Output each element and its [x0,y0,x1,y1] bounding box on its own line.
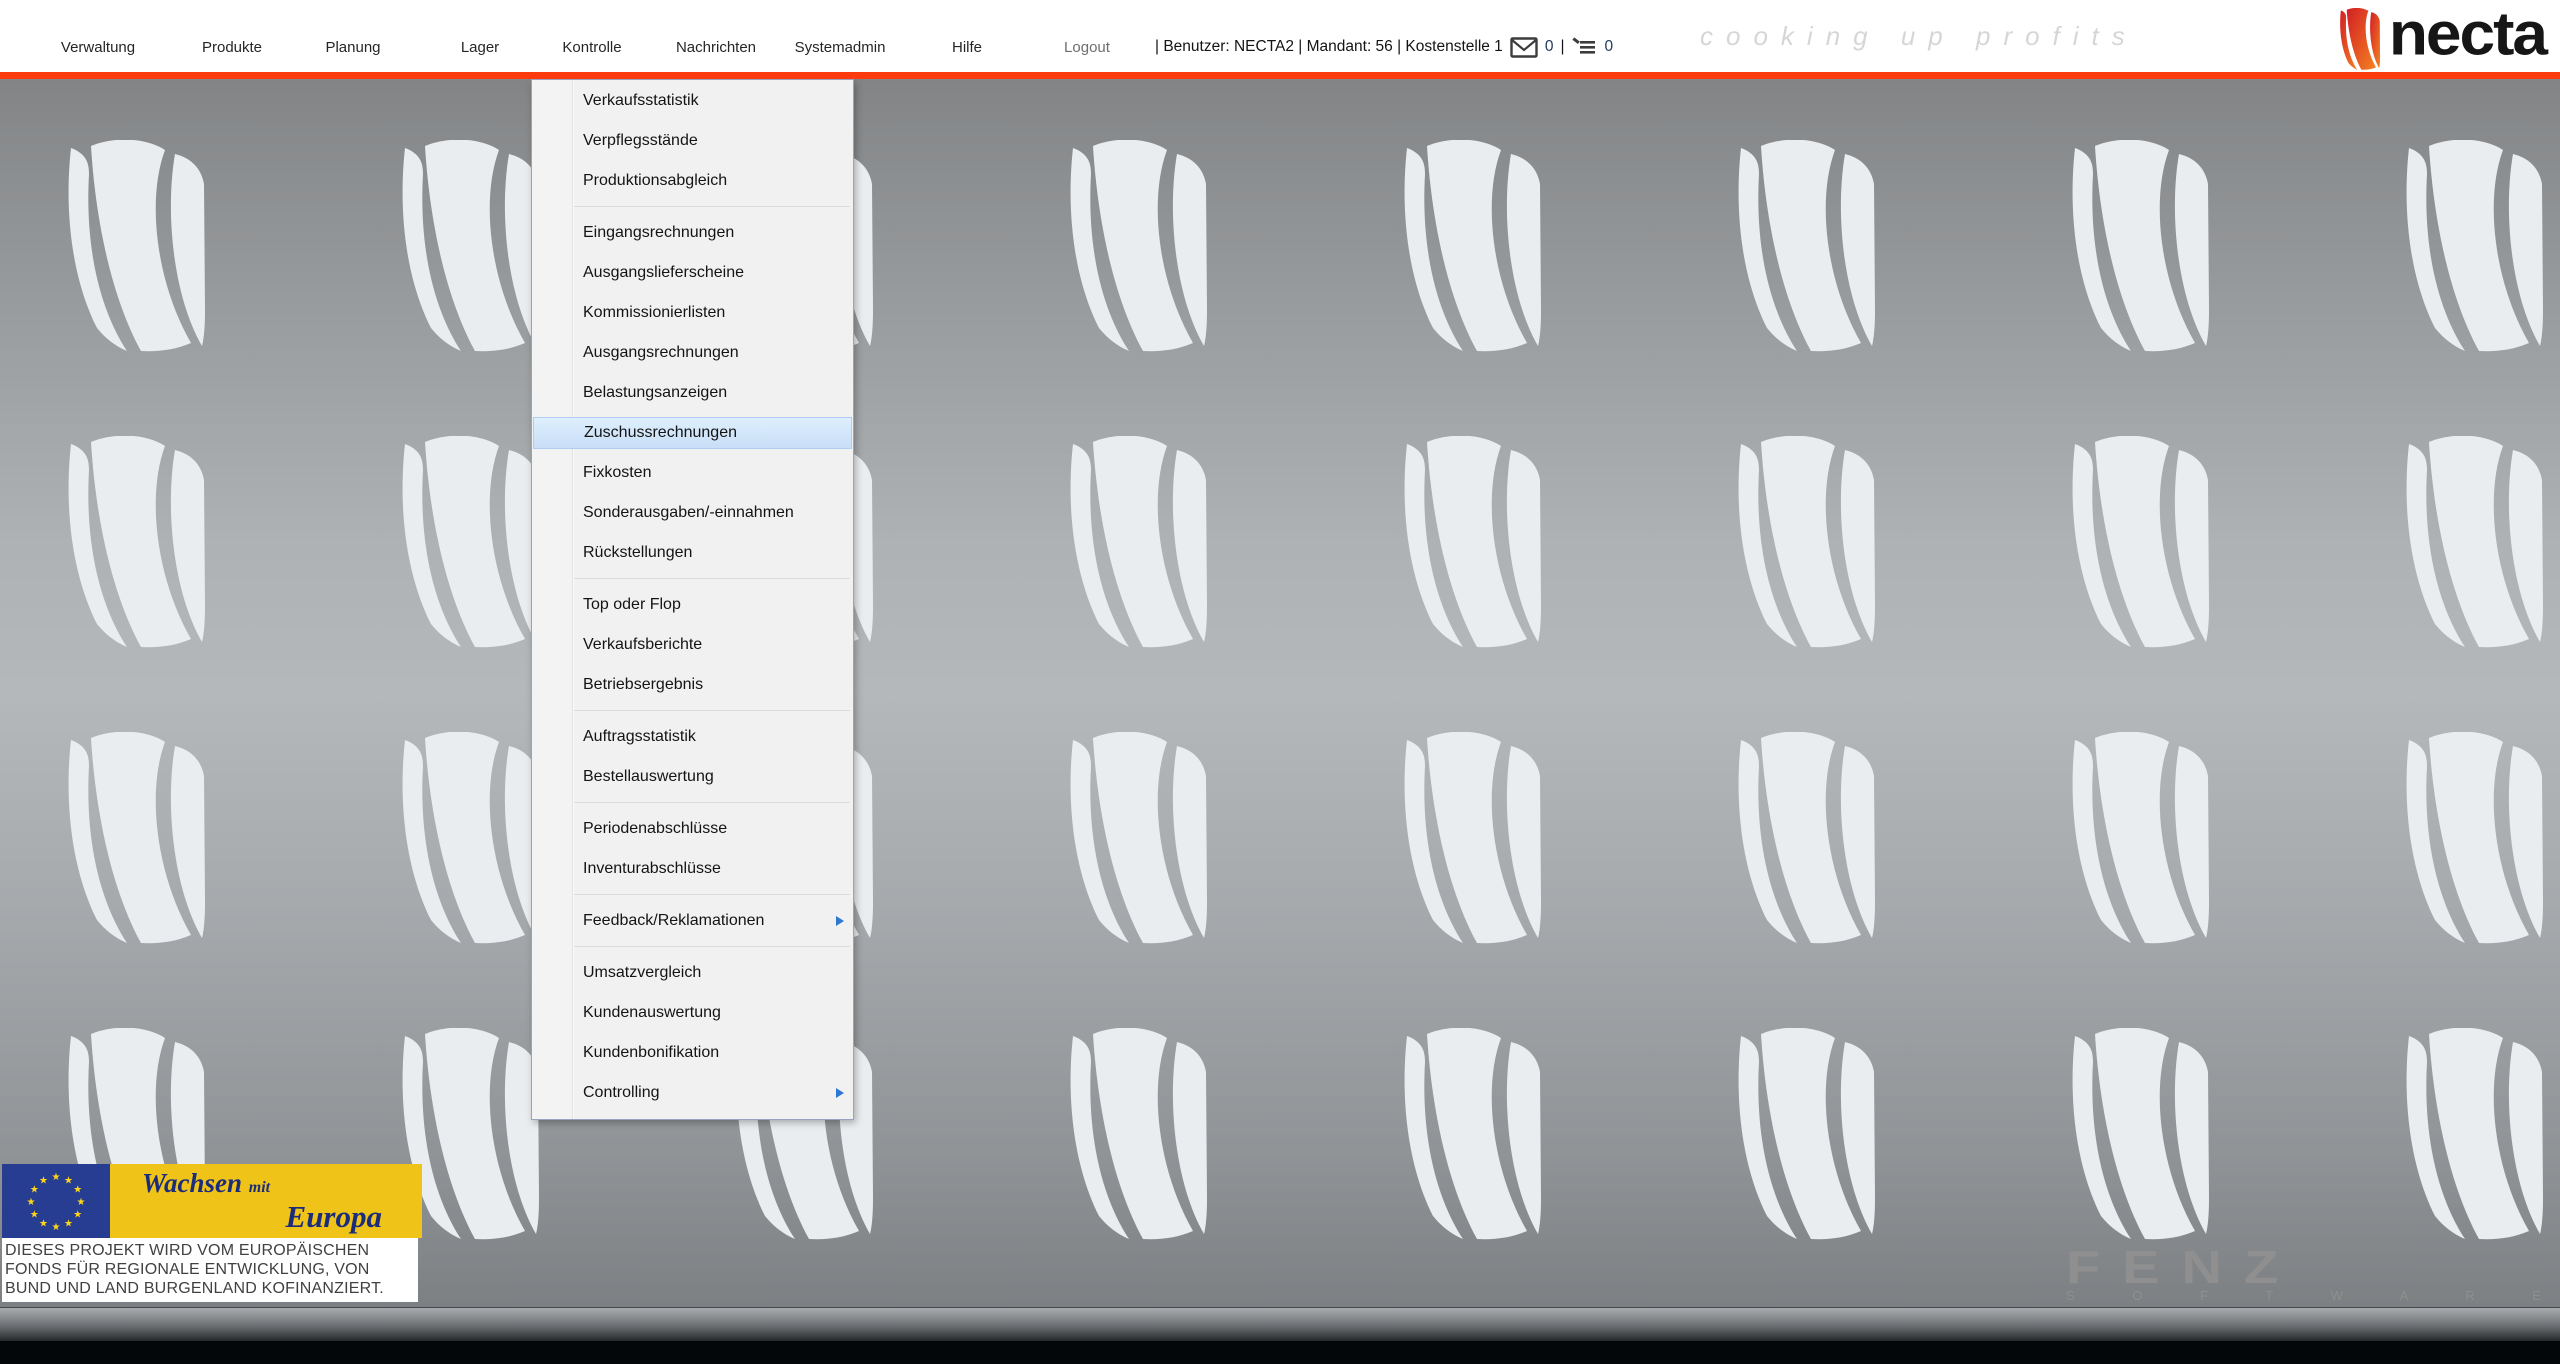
nav-produkte[interactable]: Produkte [202,22,262,72]
svg-text:★: ★ [77,1197,86,1208]
nav-nachrichten[interactable]: Nachrichten [676,22,756,72]
menu-item-zuschussrechnungen-selected[interactable]: Zuschussrechnungen [533,417,852,449]
nav-planung[interactable]: Planung [325,22,380,72]
eu-caption-line: BUND UND LAND BURGENLAND KOFINANZIERT. [5,1279,414,1298]
nav-hilfe[interactable]: Hilfe [952,22,982,72]
menu-item-produktionsabgleich[interactable]: Produktionsabgleich [532,161,853,201]
app-window: Verwaltung Produkte Planung Lager Kontro… [0,0,2560,1364]
menu-item-ausgangsrechnungen[interactable]: Ausgangsrechnungen [532,333,853,373]
bottom-black-strip [0,1341,2560,1364]
eu-title-europa: Europa [110,1202,422,1232]
top-menubar: Verwaltung Produkte Planung Lager Kontro… [0,0,2560,72]
svg-text:★: ★ [39,1175,48,1186]
svg-text:★: ★ [73,1210,82,1221]
kontrolle-dropdown-menu: Verkaufsstatistik Verpflegsstände Produk… [531,79,854,1120]
main-background: Verkaufsstatistik Verpflegsstände Produk… [0,79,2560,1307]
menu-item-label: Controlling [583,1084,659,1101]
necta-leaf-icon [2333,8,2385,70]
session-text: | Benutzer: NECTA2 | Mandant: 56 | Koste… [1155,38,1503,56]
menu-separator [541,710,850,711]
necta-logo: necta [2333,2,2546,72]
eu-caption: DIESES PROJEKT WIRD VOM EUROPÄISCHEN FON… [2,1238,418,1302]
menu-separator [541,206,850,207]
svg-text:★: ★ [30,1210,39,1221]
menu-separator [541,894,850,895]
accent-divider [0,72,2560,79]
menu-item-verkaufsstatistik[interactable]: Verkaufsstatistik [532,81,853,121]
svg-text:★: ★ [64,1175,73,1186]
bottom-gradient-strip [0,1307,2560,1341]
menu-item-verpflegsstaende[interactable]: Verpflegsstände [532,121,853,161]
mail-icon[interactable] [1510,37,1538,58]
svg-text:★: ★ [39,1219,48,1230]
nav-lager[interactable]: Lager [461,22,499,72]
brand-tagline: cooking up profits [1700,0,2138,72]
menu-item-betriebsergebnis[interactable]: Betriebsergebnis [532,665,853,705]
menu-item-kundenauswertung[interactable]: Kundenauswertung [532,993,853,1033]
eu-title-mit: mit [249,1179,270,1196]
menu-item-inventurabschluesse[interactable]: Inventurabschlüsse [532,849,853,889]
menu-item-ausgangslieferscheine[interactable]: Ausgangslieferscheine [532,253,853,293]
submenu-arrow-icon [836,1088,844,1098]
svg-text:★: ★ [73,1185,82,1196]
svg-text:★: ★ [30,1185,39,1196]
session-divider: | [1560,38,1564,56]
menu-item-periodenabschluesse[interactable]: Periodenabschlüsse [532,809,853,849]
menu-item-belastungsanzeigen[interactable]: Belastungsanzeigen [532,373,853,413]
menu-item-bestellauswertung[interactable]: Bestellauswertung [532,757,853,797]
menu-separator [541,578,850,579]
eu-badge-title: Wachsen mit Europa [110,1164,422,1238]
menu-item-umsatzvergleich[interactable]: Umsatzvergleich [532,953,853,993]
menu-item-eingangsrechnungen[interactable]: Eingangsrechnungen [532,213,853,253]
menu-item-rueckstellungen[interactable]: Rückstellungen [532,533,853,573]
eu-caption-line: FONDS FÜR REGIONALE ENTWICKLUNG, VON [5,1260,414,1279]
menu-item-kundenbonifikation[interactable]: Kundenbonifikation [532,1033,853,1073]
leaf-pattern-watermark [0,79,2560,1307]
eu-funding-badge: ★★ ★★ ★★ ★★ ★★ ★★ Wachsen mit Eu [2,1164,422,1302]
eu-title-wachsen: Wachsen [142,1168,242,1198]
menu-item-sonderausgaben-einnahmen[interactable]: Sonderausgaben/-einnahmen [532,493,853,533]
menu-item-kommissionierlisten[interactable]: Kommissionierlisten [532,293,853,333]
eu-caption-line: DIESES PROJEKT WIRD VOM EUROPÄISCHEN [5,1241,414,1260]
menu-separator [541,946,850,947]
fenz-name: FENZ [2066,1247,2560,1288]
menu-item-feedback-reklamationen[interactable]: Feedback/Reklamationen [532,901,853,941]
svg-text:★: ★ [64,1219,73,1230]
logout-button[interactable]: Logout [1064,22,1110,72]
menu-item-label: Feedback/Reklamationen [583,912,764,929]
menu-item-verkaufsberichte[interactable]: Verkaufsberichte [532,625,853,665]
task-list-icon[interactable] [1571,37,1597,58]
eu-flag-icon: ★★ ★★ ★★ ★★ ★★ ★★ [2,1164,110,1238]
menu-separator [541,802,850,803]
nav-verwaltung[interactable]: Verwaltung [61,22,135,72]
menu-item-controlling[interactable]: Controlling [532,1073,853,1113]
svg-text:★: ★ [52,1222,61,1233]
eu-flag-row: ★★ ★★ ★★ ★★ ★★ ★★ Wachsen mit Eu [2,1164,422,1238]
fenz-software-watermark: FENZ S O F T W A R E [2066,1238,2560,1303]
nav-systemadmin[interactable]: Systemadmin [795,22,886,72]
task-count: 0 [1604,38,1613,56]
nav-kontrolle[interactable]: Kontrolle [562,22,621,72]
brand-wordmark: necta [2389,2,2546,65]
submenu-arrow-icon [836,916,844,926]
mail-count: 0 [1545,38,1554,56]
menu-item-auftragsstatistik[interactable]: Auftragsstatistik [532,717,853,757]
session-info: | Benutzer: NECTA2 | Mandant: 56 | Koste… [1155,22,1613,72]
svg-text:★: ★ [27,1197,36,1208]
menu-item-top-oder-flop[interactable]: Top oder Flop [532,585,853,625]
menu-item-fixkosten[interactable]: Fixkosten [532,453,853,493]
svg-text:★: ★ [52,1172,61,1183]
